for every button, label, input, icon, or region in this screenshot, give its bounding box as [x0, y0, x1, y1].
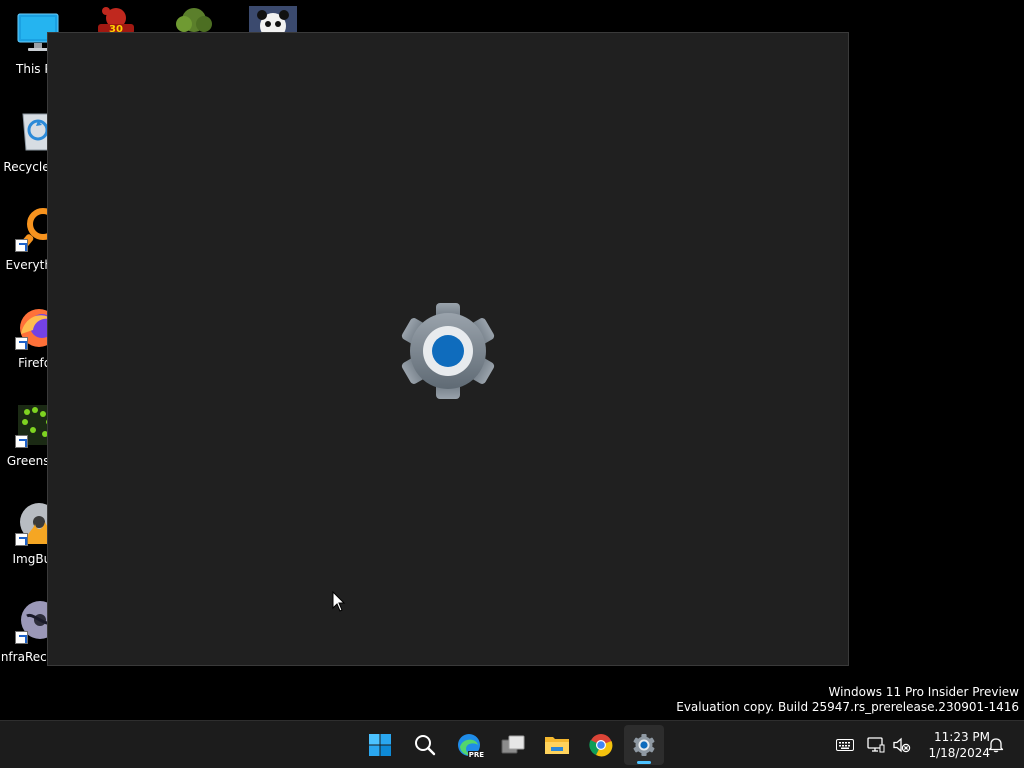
panda-icon	[249, 6, 297, 39]
edge-pre-badge: PRE	[467, 751, 485, 759]
touch-keyboard-button[interactable]	[835, 735, 855, 755]
edge-preview-icon: PRE	[456, 732, 485, 759]
keyboard-icon	[836, 739, 854, 751]
shortcut-arrow-icon	[15, 337, 28, 350]
shortcut-arrow-icon	[15, 631, 28, 644]
search-icon	[415, 735, 436, 756]
windows-start-icon	[369, 734, 391, 756]
network-icon	[867, 737, 885, 753]
shortcut-arrow-icon	[15, 435, 28, 448]
desktop-icon-panda[interactable]	[249, 6, 297, 39]
chrome-button[interactable]	[581, 725, 621, 765]
desktop-icon-game[interactable]: 30	[92, 6, 140, 35]
task-view-button[interactable]	[493, 725, 533, 765]
tree-icon	[176, 8, 212, 32]
mouse-pointer-icon	[332, 590, 346, 613]
watermark-line-build: Evaluation copy. Build 25947.rs_prerelea…	[676, 700, 1019, 714]
search-button[interactable]	[405, 725, 445, 765]
clock-time: 11:23 PM	[934, 730, 990, 744]
network-button[interactable]	[866, 735, 886, 755]
file-explorer-icon	[545, 737, 569, 754]
evaluation-watermark: Windows 11 Pro Insider Preview Evaluatio…	[676, 685, 1019, 715]
settings-window[interactable]	[47, 32, 849, 666]
watermark-line-edition: Windows 11 Pro Insider Preview	[828, 685, 1019, 699]
clock-button[interactable]: 11:23 PM 1/18/2024	[916, 729, 990, 761]
volume-button[interactable]	[892, 735, 912, 755]
taskbar: PRE 11:23 PM 1/18/2024	[0, 720, 1024, 768]
start-button[interactable]	[360, 725, 400, 765]
settings-splash-gear-icon	[396, 299, 500, 403]
edge-preview-button[interactable]: PRE	[449, 725, 489, 765]
clock-date: 1/18/2024	[928, 746, 990, 760]
settings-icon	[633, 734, 655, 756]
volume-muted-icon	[893, 737, 911, 753]
shortcut-arrow-icon	[15, 239, 28, 252]
notification-center-button[interactable]	[986, 735, 1006, 755]
chrome-icon	[589, 734, 613, 757]
desktop-icon-tree[interactable]	[170, 6, 218, 34]
bell-icon	[988, 738, 1004, 753]
settings-button[interactable]	[624, 725, 664, 765]
task-view-icon	[501, 735, 525, 754]
shortcut-arrow-icon	[15, 533, 28, 546]
file-explorer-button[interactable]	[537, 725, 577, 765]
